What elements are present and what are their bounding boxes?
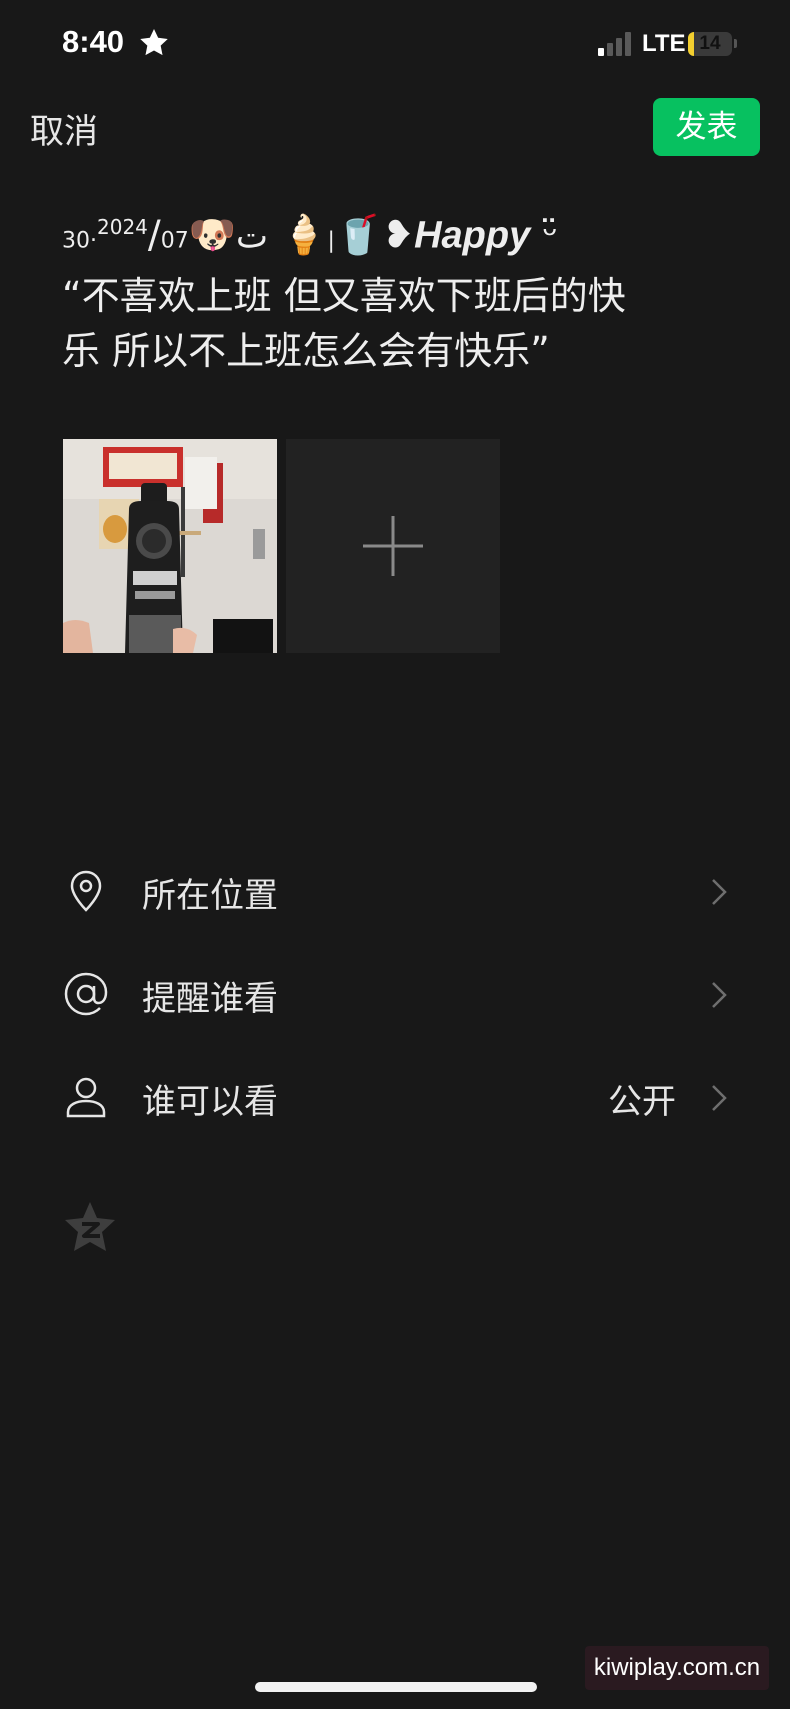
battery-icon: 14 [688, 32, 732, 56]
deco-prefix: ت [236, 216, 269, 257]
chevron-right-icon [712, 982, 727, 1008]
option-location[interactable]: 所在位置 [0, 841, 790, 941]
visibility-value: 公开 [608, 1082, 676, 1122]
slash-text: / [147, 212, 161, 257]
chevron-right-icon [712, 879, 727, 905]
option-mention[interactable]: 提醒谁看 [0, 944, 790, 1044]
home-indicator[interactable] [255, 1682, 537, 1692]
status-bar: 8:40 LTE 14 [0, 0, 790, 90]
happy-text: Happy [414, 214, 531, 257]
icecream-emoji-icon: 🍦 [280, 212, 328, 257]
option-visibility[interactable]: 谁可以看 公开 [0, 1047, 790, 1147]
heart-deco-icon: ❥ [382, 212, 415, 257]
signal-icon [598, 32, 631, 56]
plus-icon [363, 516, 423, 576]
option-label: 提醒谁看 [142, 979, 278, 1019]
year-text: 2024 [97, 215, 148, 239]
post-text-line-3: 乐 所以不上班怎么会有快乐” [62, 328, 550, 373]
star-icon [140, 29, 168, 56]
coffee-bottle-photo[interactable] [63, 439, 277, 653]
add-photo-button[interactable] [286, 439, 500, 653]
battery-level-text: 14 [699, 33, 721, 54]
option-label: 谁可以看 [142, 1082, 278, 1122]
cancel-button[interactable]: 取消 [30, 104, 98, 153]
photo-image [63, 439, 277, 653]
location-pin-icon [70, 870, 102, 912]
qzone-star-icon[interactable] [62, 1200, 118, 1254]
at-sign-icon [64, 972, 108, 1016]
drink-emoji-icon: 🥤 [334, 212, 383, 257]
person-icon [66, 1077, 106, 1118]
chevron-right-icon [712, 1085, 727, 1111]
option-label: 所在位置 [142, 876, 278, 916]
dog-emoji-icon: 🐶 [188, 212, 237, 257]
battery-nub [734, 39, 737, 48]
status-time: 8:40 [62, 24, 125, 59]
publish-button[interactable]: 发表 [653, 98, 760, 156]
post-text-line-2: “不喜欢上班 但又喜欢下班后的快 [62, 273, 626, 318]
pipe-text: | [327, 228, 335, 254]
watermark-text: kiwiplay.com.cn [585, 1646, 769, 1690]
smile-deco-icon: ᵕ̈ [542, 212, 559, 257]
post-text-line-1: ت🐶2024/07·30 🍦|🥤❥Happy ᵕ̈ [62, 200, 742, 269]
network-type: LTE [642, 30, 686, 57]
post-text-input[interactable]: ت🐶2024/07·30 🍦|🥤❥Happy ᵕ̈ “不喜欢上班 但又喜欢下班后… [62, 200, 742, 379]
